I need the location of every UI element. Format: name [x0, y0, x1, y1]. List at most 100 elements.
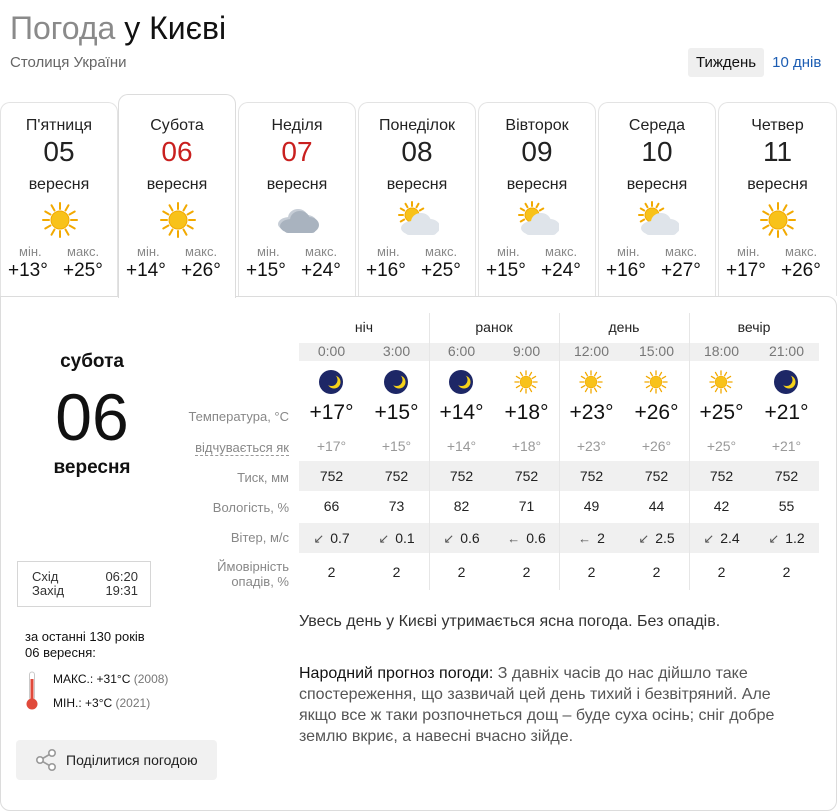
hour-pressure: 752: [384, 468, 409, 484]
hour-temperature: +15°: [374, 401, 419, 424]
min-label: мін.: [137, 244, 160, 259]
min-temp: +17°: [726, 260, 766, 281]
wind-speed: 1.2: [785, 530, 805, 546]
sun-icon: [707, 369, 735, 395]
hour-time: 0:00: [317, 343, 346, 359]
day-number: 09: [521, 136, 553, 167]
hour-feels-like: +23°: [576, 438, 607, 454]
sun-times-box: Схід 06:20 Захід 19:31: [17, 561, 151, 607]
partly-cloudy-icon: [397, 200, 440, 240]
max-temp: +26°: [181, 260, 221, 281]
label-precipitation-line2: опадів, %: [231, 574, 289, 589]
hour-pressure: 752: [644, 468, 669, 484]
period-evening: вечір: [737, 319, 771, 335]
min-temp: +15°: [486, 260, 526, 281]
share-weather-button[interactable]: Поділитися погодою: [16, 740, 217, 780]
wind-direction-icon: ↙: [378, 531, 390, 546]
max-temp: +27°: [661, 260, 701, 281]
min-label: мін.: [737, 244, 760, 259]
hour-wind: ↙ 0.1: [364, 530, 429, 547]
share-button-label: Поділитися погодою: [66, 752, 198, 768]
day-month: вересня: [747, 176, 808, 193]
wind-speed: 2.4: [720, 530, 740, 546]
page-title: Погода у Києві: [10, 10, 226, 47]
max-label: макс.: [665, 244, 698, 259]
day-tab[interactable]: Вівторок 09 вересня мін. макс. +15° +24°: [478, 102, 596, 296]
sunrise-label: Схід: [32, 569, 59, 584]
hour-time: 12:00: [573, 343, 610, 359]
wind-direction-icon: ←: [507, 531, 521, 546]
day-name: Вівторок: [505, 117, 569, 134]
min-temp: +16°: [606, 260, 646, 281]
day-month: вересня: [506, 176, 568, 193]
hour-feels-like: +25°: [706, 438, 737, 454]
day-month: вересня: [266, 176, 328, 193]
day-tab[interactable]: Четвер 11 вересня мін. макс. +17° +26°: [718, 102, 837, 296]
hour-wind: ↙ 2.5: [624, 530, 689, 547]
hour-precipitation: 2: [587, 564, 596, 580]
min-temp: +16°: [366, 260, 406, 281]
hour-wind: ← 0.6: [494, 530, 559, 546]
period-day: день: [608, 319, 640, 335]
wind-speed: 2: [597, 530, 605, 546]
cloud-icon: [277, 200, 319, 240]
max-label: макс.: [785, 244, 818, 259]
wind-direction-icon: ↙: [768, 531, 780, 546]
partly-cloudy-icon: [637, 200, 680, 240]
hour-temperature: +25°: [699, 401, 744, 424]
wind-speed: 0.6: [526, 530, 546, 546]
tab-week[interactable]: Тиждень: [688, 48, 765, 77]
sun-icon: [39, 200, 81, 240]
hour-pressure: 752: [319, 468, 344, 484]
hour-precipitation: 2: [327, 564, 336, 580]
min-temp: +15°: [246, 260, 286, 281]
day-name: Середа: [628, 117, 686, 134]
day-summary: Увесь день у Києві утримається ясна пого…: [299, 613, 721, 630]
day-month: вересня: [386, 176, 448, 193]
label-precipitation: Ймовірність опадів, %: [161, 559, 289, 589]
period-morning: ранок: [475, 319, 513, 335]
day-tab[interactable]: Понеділок 08 вересня мін. макс. +16° +25°: [358, 102, 476, 296]
wind-direction-icon: ↙: [443, 531, 455, 546]
history-max-year: (2008): [133, 672, 169, 686]
label-feels-like[interactable]: відчувається як: [161, 440, 289, 456]
max-label: макс.: [425, 244, 458, 259]
day-tab[interactable]: Середа 10 вересня мін. макс. +16° +27°: [598, 102, 716, 296]
hour-time: 6:00: [447, 343, 476, 359]
day-name: Четвер: [751, 117, 804, 134]
day-number: 05: [43, 136, 75, 167]
hour-humidity: 42: [713, 498, 730, 514]
hour-time: 21:00: [768, 343, 805, 359]
hour-wind: ← 2: [559, 530, 624, 546]
max-temp: +25°: [63, 260, 103, 281]
history-title-line: за останні 130 років: [25, 629, 145, 644]
history-min-label: МІН.:: [53, 696, 82, 710]
min-temp: +13°: [8, 260, 48, 281]
tab-10-days[interactable]: 10 днів: [764, 48, 829, 77]
share-icon: [35, 748, 57, 772]
sun-icon: [577, 369, 605, 395]
hour-humidity: 44: [648, 498, 665, 514]
day-tab[interactable]: П'ятниця 05 вересня мін. макс. +13° +25°: [0, 102, 118, 296]
wind-direction-icon: ←: [578, 531, 592, 546]
day-tab[interactable]: Неділя 07 вересня мін. макс. +15° +24°: [238, 102, 356, 296]
day-tab[interactable]: Субота 06 вересня мін. макс. +14° +26°: [118, 94, 236, 298]
day-month: вересня: [146, 176, 208, 193]
hour-feels-like: +21°: [771, 438, 802, 454]
history-max-label: МАКС.:: [53, 672, 94, 686]
sun-icon: [157, 200, 199, 240]
wind-speed: 2.5: [655, 530, 675, 546]
hour-pressure: 752: [449, 468, 474, 484]
sun-icon: [757, 200, 799, 240]
selected-day-number: 06: [55, 380, 129, 454]
hour-temperature: +21°: [764, 401, 809, 424]
hour-temperature: +26°: [634, 401, 679, 424]
history-title: за останні 130 років 06 вересня:: [25, 629, 145, 661]
hour-time: 3:00: [382, 343, 411, 359]
history-min-value: +3°C: [85, 696, 113, 710]
max-temp: +25°: [421, 260, 461, 281]
sunset-time: 19:31: [105, 583, 138, 598]
hour-feels-like: +26°: [641, 438, 672, 454]
wind-direction-icon: ↙: [703, 531, 715, 546]
max-label: макс.: [185, 244, 218, 259]
